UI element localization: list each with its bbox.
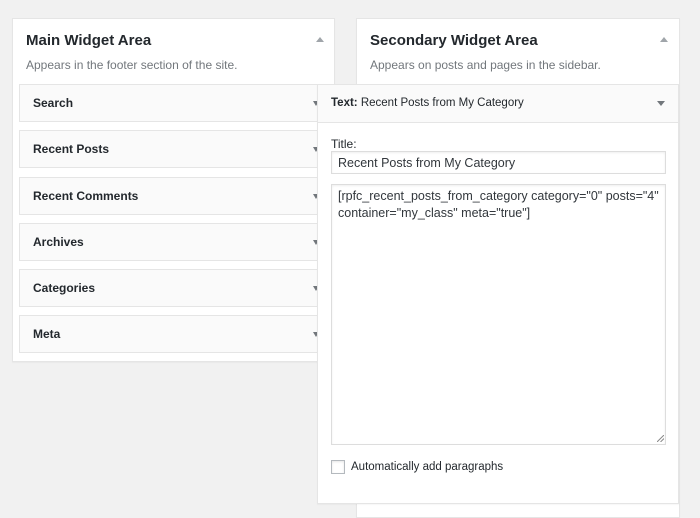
main-area-collapse-icon[interactable] xyxy=(316,37,324,42)
resize-grip-icon[interactable] xyxy=(657,435,664,442)
widget-label: Categories xyxy=(33,281,96,295)
title-field-label: Title: xyxy=(331,137,357,151)
main-widget-area-title[interactable]: Main Widget Area xyxy=(26,32,151,49)
collapse-arrow-icon[interactable] xyxy=(657,101,665,106)
autop-label[interactable]: Automatically add paragraphs xyxy=(351,461,503,473)
widget-recent-posts[interactable]: Recent Posts xyxy=(19,130,329,168)
widget-type-label: Text: xyxy=(331,97,358,109)
widget-recent-comments[interactable]: Recent Comments xyxy=(19,177,329,215)
secondary-area-collapse-icon[interactable] xyxy=(660,37,668,42)
secondary-widget-area-title[interactable]: Secondary Widget Area xyxy=(370,32,538,49)
title-input[interactable] xyxy=(331,151,666,174)
widget-archives[interactable]: Archives xyxy=(19,223,329,261)
secondary-widget-area-description: Appears on posts and pages in the sideba… xyxy=(370,58,601,72)
text-widget-expanded[interactable]: Text: Recent Posts from My Category Titl… xyxy=(317,84,679,504)
widget-label: Search xyxy=(33,96,74,110)
text-widget-title: Text: Recent Posts from My Category xyxy=(331,97,524,109)
widget-instance-name: Recent Posts from My Category xyxy=(360,97,524,109)
widget-label: Recent Comments xyxy=(33,189,139,203)
autop-checkbox[interactable] xyxy=(331,460,345,474)
widget-label: Recent Posts xyxy=(33,142,110,156)
widget-label: Meta xyxy=(33,327,61,341)
main-widget-area-description: Appears in the footer section of the sit… xyxy=(26,58,238,72)
content-textarea[interactable]: [rpfc_recent_posts_from_category categor… xyxy=(331,184,666,445)
widget-categories[interactable]: Categories xyxy=(19,269,329,307)
widget-meta[interactable]: Meta xyxy=(19,315,329,353)
widget-search[interactable]: Search xyxy=(19,84,329,122)
text-widget-header[interactable]: Text: Recent Posts from My Category xyxy=(318,85,678,123)
widget-label: Archives xyxy=(33,235,84,249)
